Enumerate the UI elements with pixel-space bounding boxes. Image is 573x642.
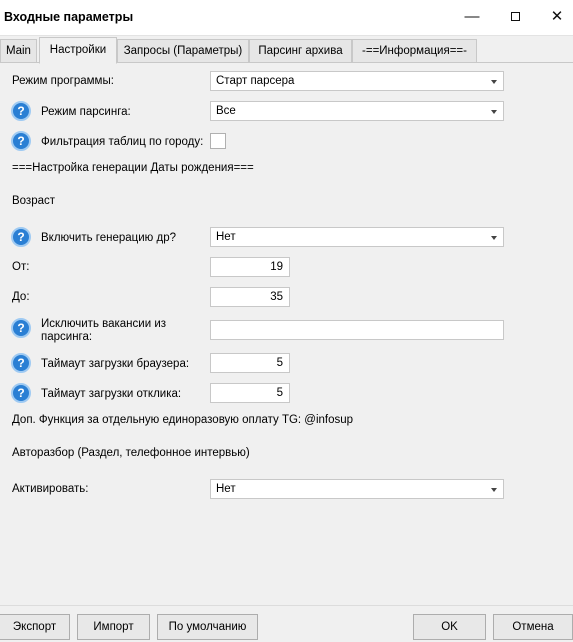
response-timeout-label: Таймаут загрузки отклика: (41, 388, 182, 400)
tab-main[interactable]: Main (0, 39, 37, 63)
program-mode-value: Старт парсера (216, 75, 295, 87)
response-timeout-input[interactable]: 5 (210, 383, 290, 403)
parse-mode-label: Режим парсинга: (41, 106, 131, 118)
browser-timeout-label: Таймаут загрузки браузера: (41, 358, 190, 370)
extra-info-text: Доп. Функция за отдельную единоразовую о… (12, 414, 354, 426)
enable-generation-value: Нет (216, 231, 236, 243)
parse-mode-value: Все (216, 105, 236, 117)
import-button[interactable]: Импорт (77, 614, 150, 640)
close-button[interactable]: ✕ (537, 0, 573, 34)
help-icon[interactable]: ? (11, 131, 31, 151)
maximize-icon (510, 11, 520, 21)
help-icon[interactable]: ? (11, 353, 31, 373)
title-bar: Входные параметры — ✕ (0, 0, 573, 36)
browser-timeout-input[interactable]: 5 (210, 353, 290, 373)
help-icon[interactable]: ? (11, 383, 31, 403)
minimize-button[interactable]: — (452, 0, 492, 34)
minimize-icon: — (464, 8, 480, 25)
maximize-button[interactable] (495, 0, 535, 34)
activate-select[interactable]: Нет (210, 479, 504, 499)
help-icon[interactable]: ? (11, 318, 31, 338)
ok-button[interactable]: OK (413, 614, 486, 640)
age-to-input[interactable]: 35 (210, 287, 290, 307)
tab-info[interactable]: -==Информация==- (352, 39, 477, 63)
autoparse-section-header: Авторазбор (Раздел, телефонное интервью) (12, 447, 250, 459)
close-icon: ✕ (550, 8, 564, 25)
city-filter-checkbox[interactable] (210, 133, 226, 149)
activate-value: Нет (216, 483, 236, 495)
age-to-label: До: (12, 291, 30, 303)
dropdown-arrow-icon (491, 80, 497, 84)
export-button[interactable]: Экспорт (0, 614, 70, 640)
dropdown-arrow-icon (491, 236, 497, 240)
activate-label: Активировать: (12, 483, 89, 495)
program-mode-label: Режим программы: (12, 75, 114, 87)
dropdown-arrow-icon (491, 488, 497, 492)
program-mode-select[interactable]: Старт парсера (210, 71, 504, 91)
city-filter-label: Фильтрация таблиц по городу: (41, 136, 204, 148)
window-title: Входные параметры (4, 10, 134, 24)
age-section-header: Возраст (12, 195, 56, 207)
cancel-button[interactable]: Отмена (493, 614, 573, 640)
parse-mode-select[interactable]: Все (210, 101, 504, 121)
enable-generation-label: Включить генерацию др? (41, 232, 176, 244)
help-icon[interactable]: ? (11, 101, 31, 121)
tab-archive-parsing[interactable]: Парсинг архива (249, 39, 352, 63)
help-icon[interactable]: ? (11, 227, 31, 247)
dropdown-arrow-icon (491, 110, 497, 114)
birthdate-section-header: ===Настройка генерации Даты рождения=== (12, 162, 254, 174)
tab-queries[interactable]: Запросы (Параметры) (117, 39, 249, 63)
tab-settings[interactable]: Настройки (39, 37, 117, 64)
exclude-vacancies-label-line1: Исключить вакансии из (41, 318, 167, 330)
exclude-vacancies-input[interactable] (210, 320, 504, 340)
tab-bar: Main Настройки Запросы (Параметры) Парси… (0, 36, 573, 64)
age-from-input[interactable]: 19 (210, 257, 290, 277)
exclude-vacancies-label-line2: парсинга: (41, 331, 93, 343)
defaults-button[interactable]: По умолчанию (157, 614, 258, 640)
footer-divider (0, 605, 573, 606)
age-from-label: От: (12, 261, 30, 273)
enable-generation-select[interactable]: Нет (210, 227, 504, 247)
